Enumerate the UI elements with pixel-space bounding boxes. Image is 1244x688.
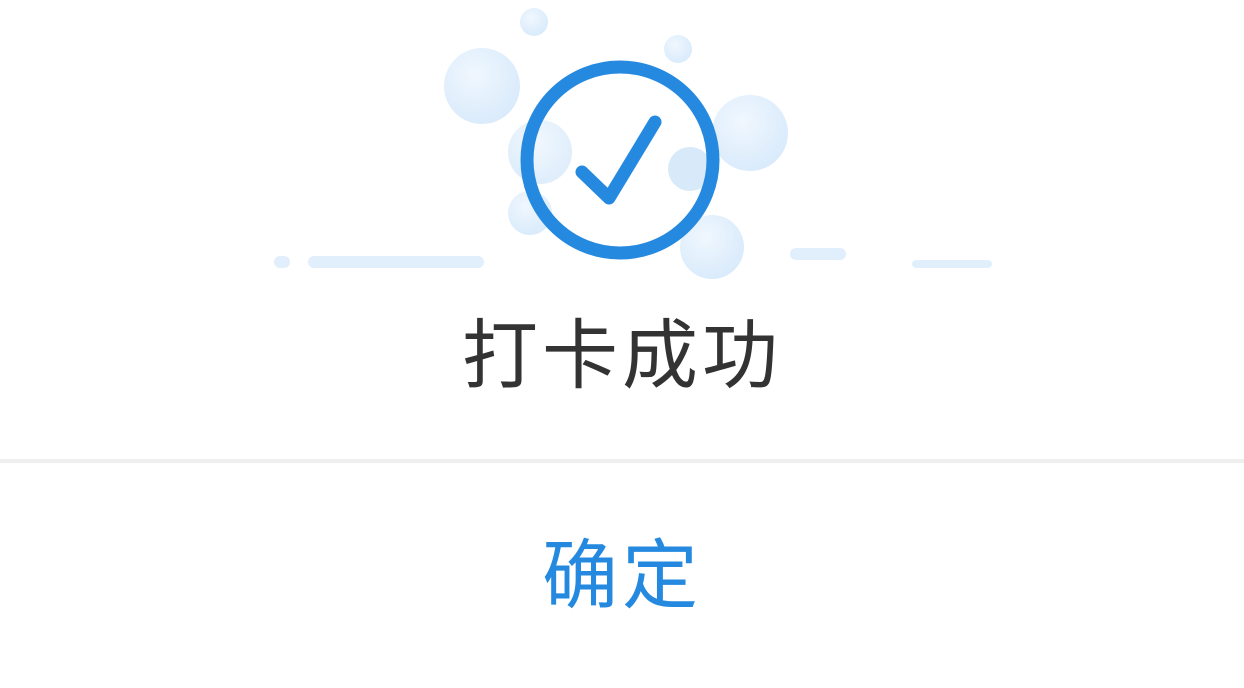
check-circle-icon: [520, 60, 720, 260]
bubble: [444, 48, 520, 124]
bubble: [664, 35, 692, 63]
success-dialog: 打卡成功 确定: [0, 0, 1244, 688]
bubble: [520, 8, 548, 36]
success-illustration: [274, 8, 992, 279]
bubble: [712, 95, 788, 171]
dialog-title: 打卡成功: [462, 311, 782, 400]
confirm-button[interactable]: 确定: [0, 463, 1244, 688]
